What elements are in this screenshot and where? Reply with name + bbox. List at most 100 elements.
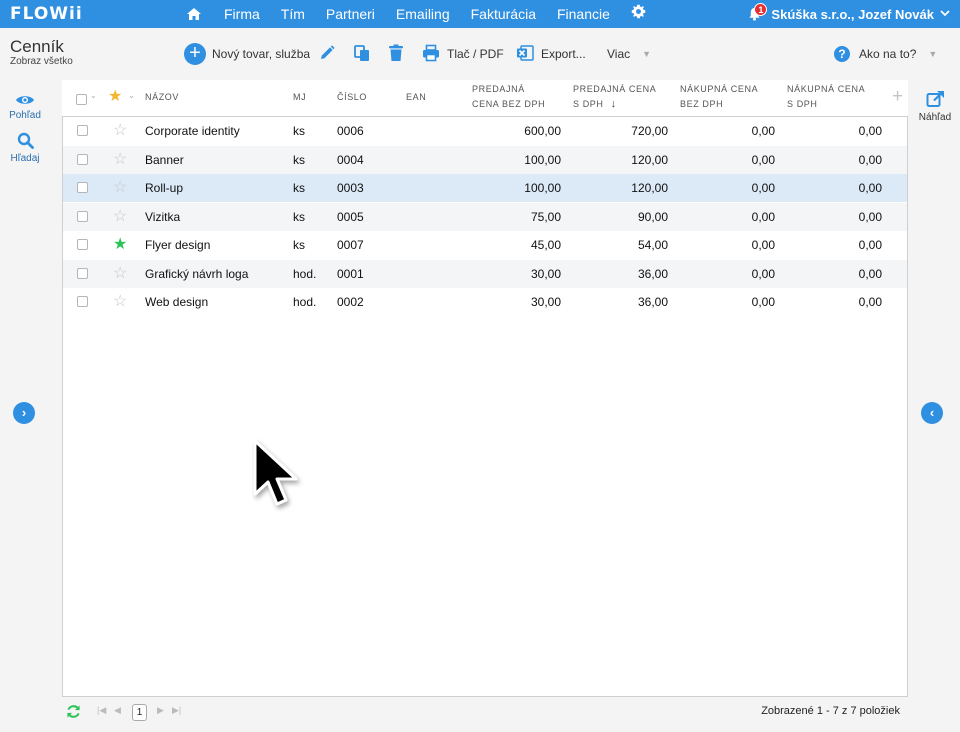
edit-button[interactable]: [318, 42, 336, 66]
page-number-input[interactable]: 1: [132, 704, 147, 721]
export-button[interactable]: Export...: [516, 42, 586, 66]
last-page-icon[interactable]: ▶|: [172, 705, 181, 716]
cell-buy-gross: 0,00: [858, 266, 882, 281]
table-row[interactable]: ☆ Banner ks 0004 100,00 120,00 0,00 0,00: [63, 145, 907, 174]
row-checkbox[interactable]: [77, 239, 88, 250]
row-checkbox[interactable]: [77, 153, 88, 165]
table-row[interactable]: ☆ Vizitka ks 0005 75,00 90,00 0,00 0,00: [63, 202, 907, 231]
cell-ean: [406, 146, 466, 174]
right-side-panel: Náhľad ‹: [910, 80, 960, 732]
row-checkbox[interactable]: [77, 182, 88, 193]
cell-sale-net: 75,00: [530, 209, 561, 224]
nav-item-emailing[interactable]: Emailing: [396, 6, 450, 22]
column-header-line: Nákupná cena: [787, 84, 866, 94]
page-filter-label[interactable]: Zobraz všetko: [10, 56, 73, 67]
cell-number: 0006: [337, 124, 364, 138]
chevron-down-icon[interactable]: ⌄: [128, 91, 135, 100]
pagination-info: Zobrazené 1 - 7 z 7 položiek: [761, 705, 900, 717]
cell-ean: [406, 174, 466, 202]
column-header-buy-gross[interactable]: Nákupná cena s DPH: [787, 82, 865, 112]
star-icon[interactable]: ☆: [113, 288, 127, 316]
column-header-line: Predajná: [472, 84, 525, 94]
export-label: Export...: [541, 47, 586, 61]
preview-label: Náhľad: [918, 112, 952, 123]
cell-number: 0005: [337, 209, 364, 224]
row-checkbox[interactable]: [77, 125, 88, 136]
copy-button[interactable]: [353, 42, 371, 66]
table-row[interactable]: ☆ Web design hod. 0002 30,00 36,00 0,00 0,00: [63, 288, 907, 316]
column-header-line: Predajná cena: [573, 84, 657, 94]
help-label: Ako na to?: [859, 47, 917, 61]
cell-number: 0002: [337, 295, 364, 309]
cell-unit: ks: [293, 181, 305, 195]
help-dropdown[interactable]: ? Ako na to? ▼: [834, 42, 937, 66]
nav-item-firma[interactable]: Firma: [224, 6, 260, 22]
table-row[interactable]: ★ Flyer design ks 0007 45,00 54,00 0,00 0,00: [63, 231, 907, 259]
star-icon[interactable]: ☆: [113, 203, 127, 231]
expand-left-panel-button[interactable]: ›: [13, 402, 35, 424]
print-button[interactable]: Tlač / PDF: [422, 42, 504, 66]
view-button[interactable]: Pohľad: [0, 94, 50, 121]
new-item-button[interactable]: + Nový tovar, služba: [184, 42, 310, 66]
cell-buy-gross: 0,00: [858, 152, 882, 167]
expand-right-panel-button[interactable]: ‹: [921, 402, 943, 424]
column-header-unit[interactable]: MJ: [293, 90, 306, 105]
row-checkbox[interactable]: [77, 267, 88, 279]
user-name[interactable]: Skúška s.r.o., Jozef Novák: [771, 7, 934, 22]
trash-icon: [388, 44, 404, 65]
cell-sale-gross: 36,00: [637, 266, 668, 281]
preview-button[interactable]: Náhľad: [910, 90, 960, 123]
delete-button[interactable]: [388, 42, 404, 66]
eye-icon: [15, 96, 35, 109]
home-icon[interactable]: [184, 0, 204, 28]
column-header-line: s DPH: [573, 99, 604, 109]
column-header-sale-gross[interactable]: Predajná cena s DPH ↓: [573, 82, 656, 112]
column-header-buy-net[interactable]: Nákupná cena bez DPH: [680, 82, 758, 112]
column-header-number[interactable]: Číslo: [337, 90, 367, 105]
row-checkbox[interactable]: [77, 296, 88, 307]
cell-buy-net: 0,00: [751, 238, 775, 252]
cell-buy-net: 0,00: [751, 124, 775, 138]
notification-badge: 1: [754, 3, 768, 16]
nav-item-fakturacia[interactable]: Fakturácia: [471, 6, 536, 22]
user-menu[interactable]: 1 Skúška s.r.o., Jozef Novák: [745, 0, 950, 28]
nav-item-partneri[interactable]: Partneri: [326, 6, 375, 22]
table-row[interactable]: ☆ Corporate identity ks 0006 600,00 720,00 0,0…: [63, 117, 907, 145]
star-icon[interactable]: ★: [113, 231, 127, 259]
column-header-sale-net[interactable]: Predajná cena bez DPH: [472, 82, 545, 112]
star-icon[interactable]: ☆: [113, 117, 127, 145]
star-icon[interactable]: ★: [108, 86, 122, 106]
previous-page-icon[interactable]: ◀: [114, 705, 121, 716]
row-checkbox[interactable]: [77, 210, 88, 222]
next-page-icon[interactable]: ▶: [157, 705, 164, 716]
refresh-icon[interactable]: [66, 704, 81, 723]
star-icon[interactable]: ☆: [113, 260, 127, 288]
star-icon[interactable]: ☆: [113, 174, 127, 202]
column-header-name[interactable]: Názov: [145, 90, 179, 105]
more-dropdown[interactable]: Viac ▼: [607, 42, 651, 66]
app-logo[interactable]: FLOWii: [10, 4, 83, 24]
cell-unit: ks: [293, 209, 305, 224]
cell-ean: [406, 288, 466, 316]
column-header-ean[interactable]: EAN: [406, 90, 426, 105]
table-row[interactable]: ☆ Roll-up ks 0003 100,00 120,00 0,00 0,00: [63, 174, 907, 202]
excel-icon: [516, 44, 534, 65]
cell-ean: [406, 231, 466, 259]
cell-sale-net: 30,00: [530, 295, 561, 309]
nav-item-financie[interactable]: Financie: [557, 6, 610, 22]
bell-icon[interactable]: 1: [745, 0, 768, 28]
cell-name: Web design: [145, 295, 209, 309]
chevron-down-icon[interactable]: [940, 8, 950, 20]
search-button[interactable]: Hľadaj: [0, 132, 50, 164]
first-page-icon[interactable]: |◀: [97, 705, 106, 716]
chevron-down-icon[interactable]: ⌄: [90, 91, 97, 100]
add-column-icon[interactable]: +: [892, 86, 903, 108]
cell-buy-gross: 0,00: [858, 295, 882, 309]
star-icon[interactable]: ☆: [113, 146, 127, 174]
gear-icon[interactable]: [631, 4, 646, 24]
cell-sale-gross: 36,00: [637, 295, 668, 309]
cell-unit: ks: [293, 152, 305, 167]
nav-item-tim[interactable]: Tím: [281, 6, 305, 22]
table-row[interactable]: ☆ Grafický návrh loga hod. 0001 30,00 36,00 0,…: [63, 259, 907, 288]
select-all-checkbox[interactable]: [76, 94, 87, 105]
